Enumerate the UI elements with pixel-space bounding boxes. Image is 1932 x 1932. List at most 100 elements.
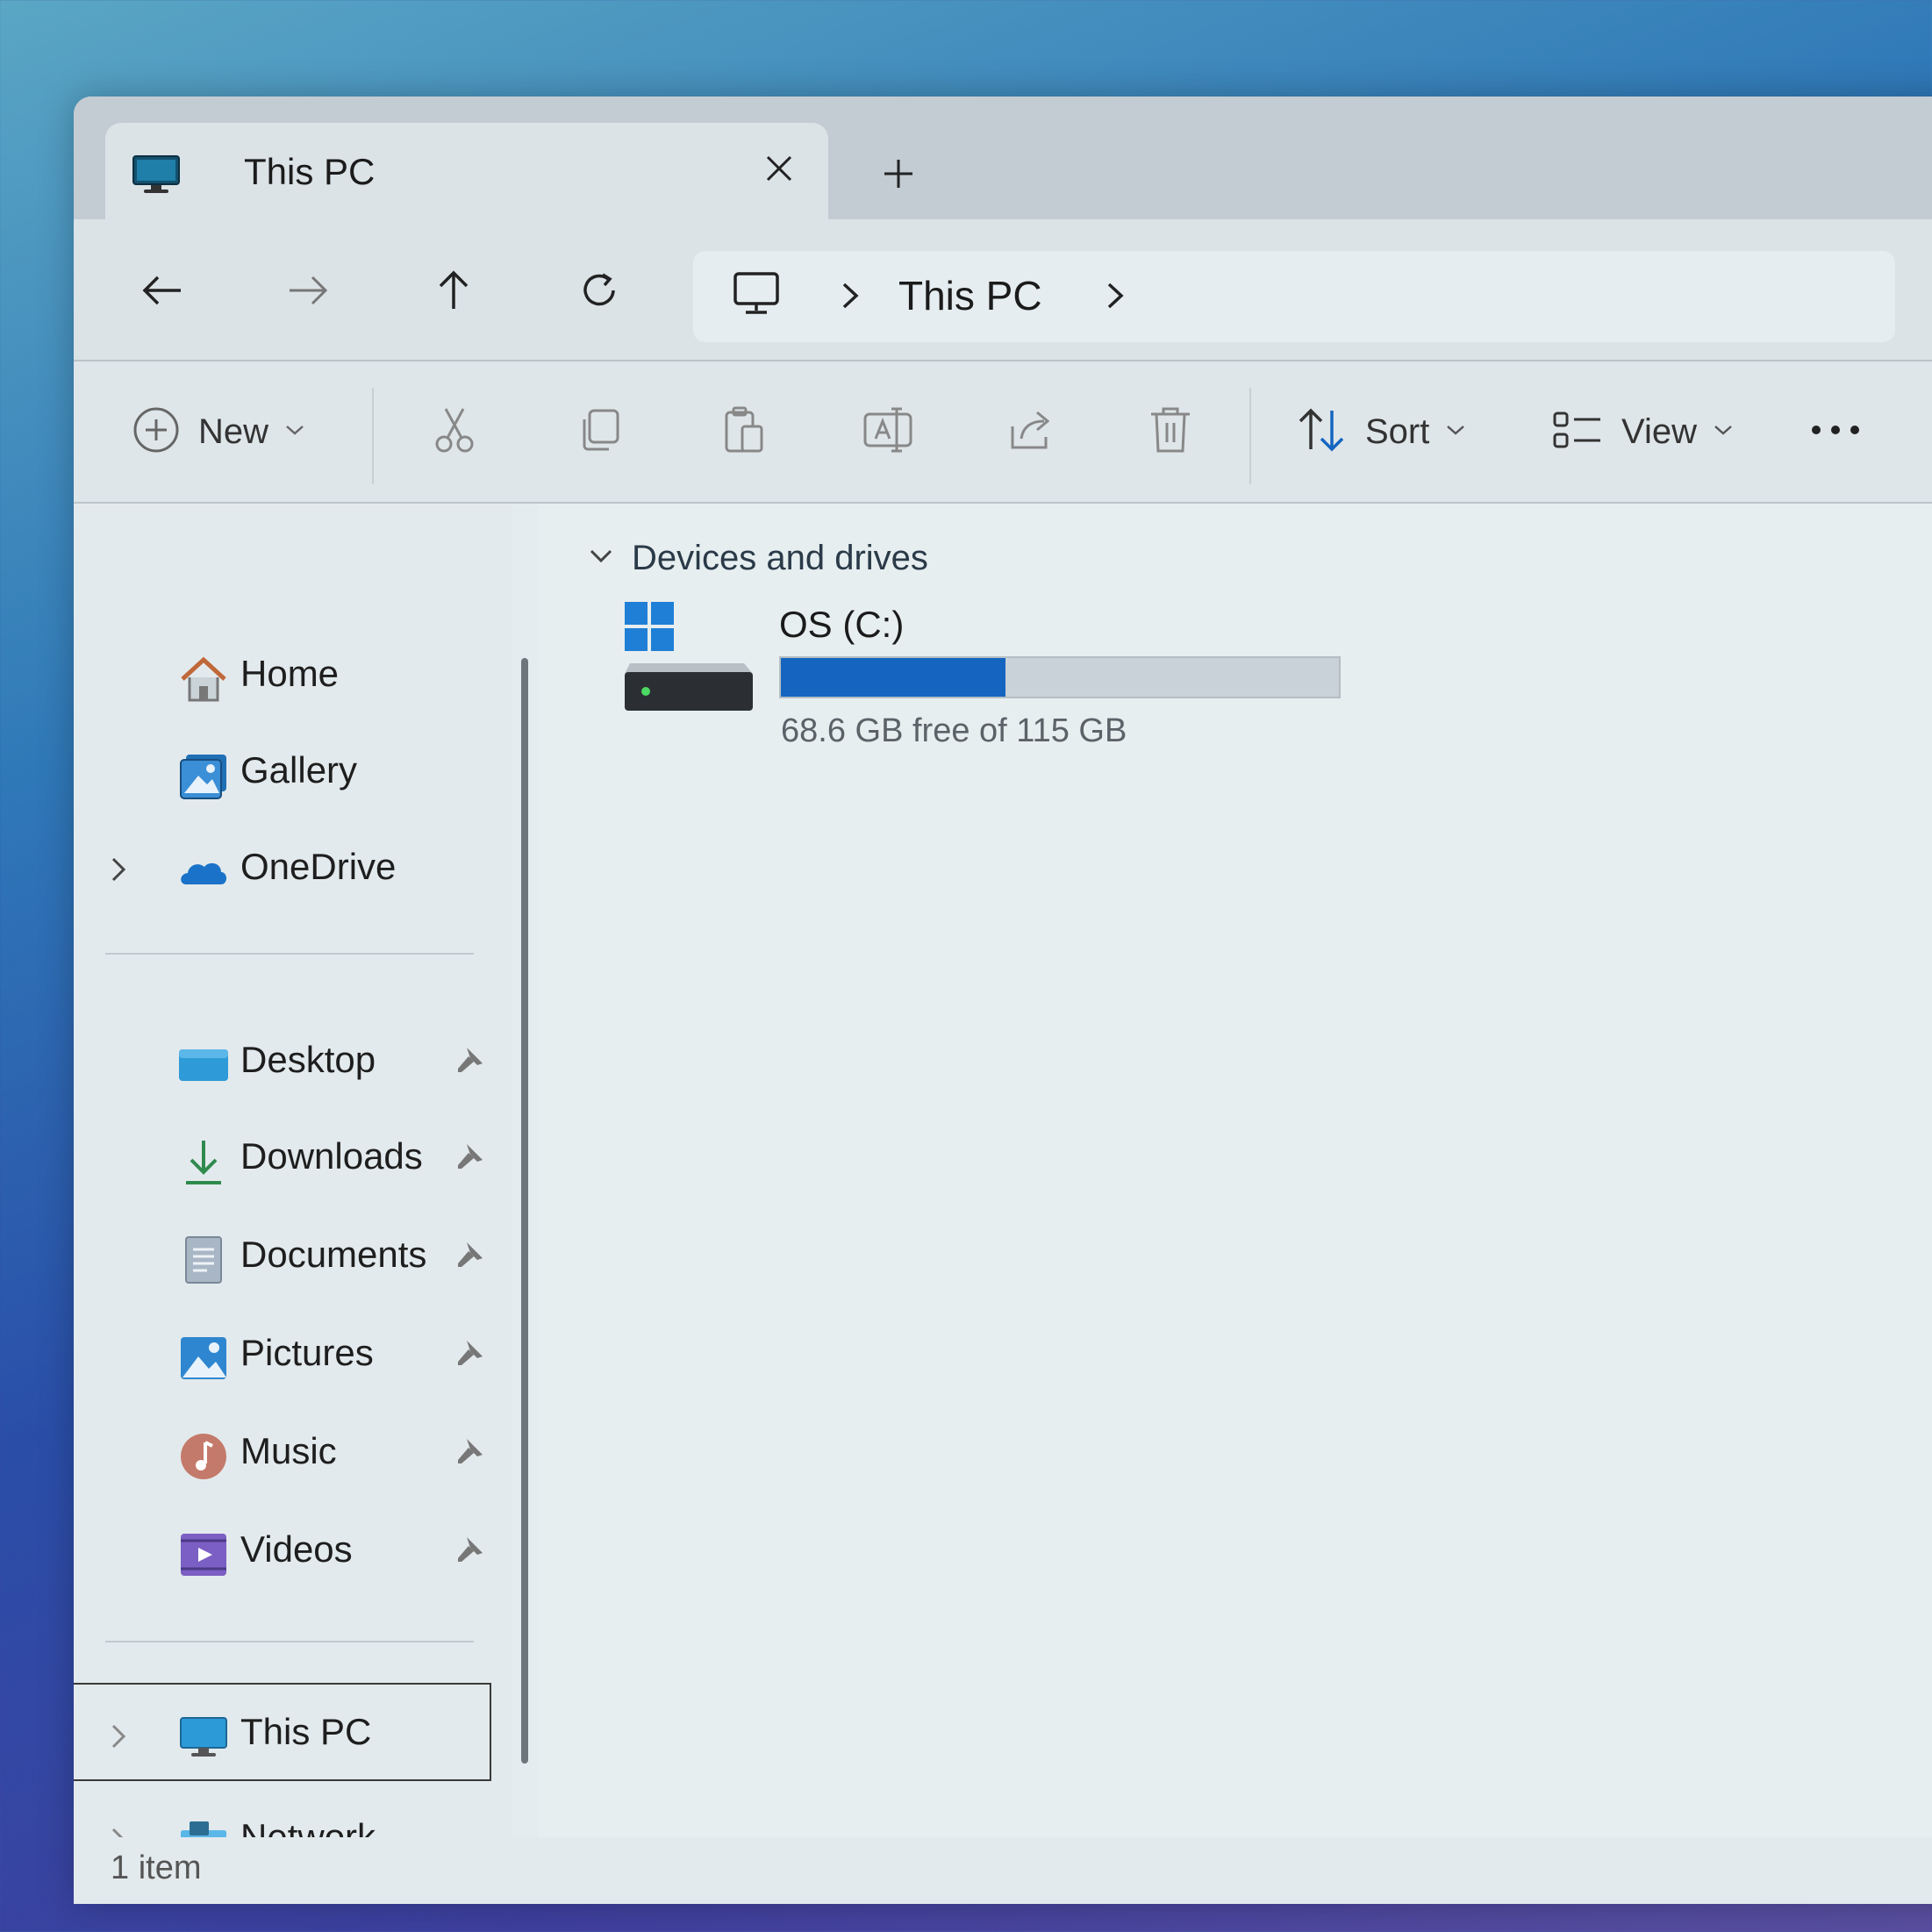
chevron-right-icon[interactable] [109, 1721, 128, 1756]
clipboard-icon [718, 404, 770, 461]
chevron-down-icon [588, 547, 614, 570]
delete-button[interactable] [1146, 397, 1195, 467]
sidebar-item-label: Gallery [240, 749, 358, 791]
drive-item[interactable]: OS (C:) 68.6 GB free of 115 GB [621, 600, 1358, 767]
drive-name: OS (C:) [779, 604, 905, 645]
view-list-icon [1551, 408, 1604, 456]
chevron-down-icon [1713, 423, 1734, 441]
sidebar-scrollbar[interactable] [521, 658, 528, 1764]
drive-usage-fill [781, 658, 1006, 697]
chevron-right-icon[interactable] [109, 855, 128, 889]
sidebar-item-downloads[interactable]: Downloads [74, 1118, 495, 1197]
gallery-icon [177, 749, 230, 802]
share-button[interactable] [1004, 397, 1056, 467]
divider [1249, 388, 1251, 484]
home-icon [177, 653, 230, 705]
sidebar-item-home[interactable]: Home [74, 635, 495, 714]
monitor-icon [732, 270, 781, 324]
address-bar[interactable]: This PC [693, 251, 1895, 342]
paste-button[interactable] [718, 397, 770, 467]
refresh-icon[interactable] [569, 260, 630, 321]
sidebar-item-onedrive[interactable]: OneDrive [74, 828, 495, 907]
drive-usage-bar [779, 656, 1341, 698]
sidebar-item-gallery[interactable]: Gallery [74, 732, 495, 811]
videos-icon [177, 1528, 230, 1581]
downloads-icon [177, 1135, 230, 1188]
monitor-icon [132, 154, 181, 199]
desktop-folder-icon [177, 1039, 230, 1091]
up-arrow-icon[interactable] [423, 260, 484, 321]
sidebar-item-label: Downloads [240, 1135, 423, 1177]
sidebar-item-music[interactable]: Music [74, 1413, 495, 1492]
view-button-label: View [1621, 411, 1697, 451]
sidebar-item-documents[interactable]: Documents [74, 1216, 495, 1295]
pin-icon[interactable] [454, 1435, 486, 1471]
hard-drive-windows-icon [621, 600, 753, 719]
status-bar: 1 item [74, 1837, 1932, 1904]
music-icon [177, 1430, 230, 1483]
sidebar-item-label: Home [240, 653, 340, 694]
sidebar-item-this-pc[interactable]: This PC [74, 1683, 491, 1781]
copy-button[interactable] [574, 397, 626, 467]
plus-circle-icon [132, 405, 181, 459]
tab-this-pc[interactable]: This PC [105, 123, 828, 219]
group-label: Devices and drives [632, 539, 928, 577]
more-options-button[interactable] [1809, 397, 1862, 467]
scissors-icon [428, 404, 481, 461]
tab-strip: This PC [74, 97, 1932, 219]
pin-icon[interactable] [454, 1044, 486, 1080]
divider [105, 1641, 474, 1642]
rename-icon [860, 404, 916, 461]
new-button[interactable]: New [132, 397, 305, 467]
drive-free-space: 68.6 GB free of 115 GB [781, 712, 1127, 749]
cut-button[interactable] [428, 397, 481, 467]
documents-icon [177, 1234, 230, 1286]
sidebar-item-label: Documents [240, 1234, 427, 1275]
chevron-right-icon[interactable] [1102, 275, 1128, 320]
this-pc-icon [177, 1711, 230, 1764]
back-arrow-icon[interactable] [132, 260, 193, 321]
sidebar-item-videos[interactable]: Videos [74, 1511, 495, 1590]
sidebar-item-label: Videos [240, 1528, 353, 1570]
view-button[interactable]: View [1551, 397, 1734, 467]
forward-arrow-icon[interactable] [277, 260, 339, 321]
pin-icon[interactable] [454, 1534, 486, 1570]
breadcrumb[interactable]: This PC [898, 272, 1042, 319]
sort-arrows-icon [1295, 405, 1348, 459]
sidebar-item-label: Pictures [240, 1332, 374, 1373]
group-header-devices[interactable]: Devices and drives [588, 539, 928, 578]
pin-icon[interactable] [454, 1239, 486, 1275]
divider [372, 388, 374, 484]
item-count: 1 item [111, 1850, 202, 1886]
file-explorer-window: This PC This PC New Sort View Home Galle… [74, 97, 1932, 1904]
sidebar-item-label: Desktop [240, 1039, 376, 1080]
chevron-right-icon[interactable] [837, 275, 863, 320]
pictures-icon [177, 1332, 230, 1385]
sidebar-item-label: This PC [240, 1711, 372, 1752]
chevron-down-icon [284, 423, 305, 441]
sort-button-label: Sort [1365, 411, 1430, 451]
pin-icon[interactable] [454, 1141, 486, 1177]
close-icon[interactable] [756, 146, 802, 191]
command-bar: New Sort View [74, 361, 1932, 504]
onedrive-icon [177, 846, 230, 898]
more-dots-icon [1809, 421, 1862, 443]
navigation-bar: This PC [74, 219, 1932, 361]
rename-button[interactable] [860, 397, 916, 467]
new-button-label: New [198, 411, 269, 451]
sidebar-item-label: Music [240, 1430, 337, 1471]
pin-icon[interactable] [454, 1337, 486, 1373]
copy-icon [574, 404, 626, 461]
sort-button[interactable]: Sort [1295, 397, 1466, 467]
sidebar-item-pictures[interactable]: Pictures [74, 1314, 495, 1393]
sidebar-item-desktop[interactable]: Desktop [74, 1021, 495, 1100]
new-tab-icon[interactable] [872, 147, 925, 200]
content-pane: Devices and drives OS (C:) 68.6 GB free … [539, 504, 1932, 1837]
tab-title: This PC [244, 151, 376, 192]
trash-icon [1146, 404, 1195, 461]
share-icon [1004, 404, 1056, 461]
divider [105, 953, 474, 955]
chevron-down-icon [1445, 423, 1466, 441]
navigation-pane: Home Gallery OneDrive Desktop Downloads … [74, 504, 512, 1867]
sidebar-item-label: OneDrive [240, 846, 397, 887]
